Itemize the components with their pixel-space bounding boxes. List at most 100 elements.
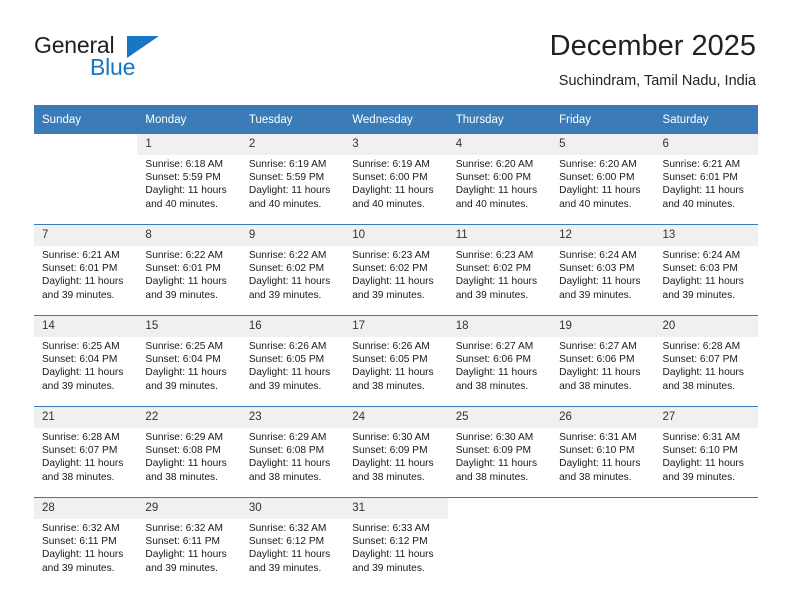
sunset-text: Sunset: 6:04 PM [42, 354, 118, 366]
calendar-day-cell[interactable]: 4 Sunrise: 6:20 AM Sunset: 6:00 PM Daylight… [447, 134, 552, 225]
calendar-day-cell[interactable]: 23 Sunrise: 6:29 AM Sunset: 6:08 PM Dayligh… [240, 406, 345, 498]
calendar-day-cell[interactable]: 25 Sunrise: 6:30 AM Sunset: 6:09 PM Dayligh… [447, 406, 552, 498]
calendar-day-cell[interactable]: 16 Sunrise: 6:26 AM Sunset: 6:05 PM Dayligh… [240, 315, 345, 407]
calendar-day-cell[interactable]: 11 Sunrise: 6:23 AM Sunset: 6:02 PM Dayligh… [447, 224, 552, 316]
day-number [654, 498, 758, 519]
daylight-text-cont: and 40 minutes. [455, 198, 529, 210]
calendar-day-cell[interactable]: 3 Sunrise: 6:19 AM Sunset: 6:00 PM Daylight… [344, 134, 448, 225]
calendar-day-cell[interactable]: 5 Sunrise: 6:20 AM Sunset: 6:00 PM Daylight… [551, 134, 655, 225]
day-details: Sunrise: 6:28 AM Sunset: 6:07 PM Daylight:… [655, 337, 758, 393]
sunrise-text: Sunrise: 6:23 AM [352, 250, 430, 261]
calendar-day-cell[interactable]: 13 Sunrise: 6:24 AM Sunset: 6:03 PM Dayligh… [654, 224, 758, 316]
day-details: Sunrise: 6:33 AM Sunset: 6:12 PM Daylight:… [344, 519, 447, 575]
day-number: 13 [654, 225, 758, 246]
daylight-text-cont: and 38 minutes. [248, 471, 322, 483]
sunrise-text: Sunrise: 6:21 AM [42, 250, 120, 261]
calendar-day-cell-empty [654, 497, 758, 588]
sunrise-text: Sunrise: 6:25 AM [145, 341, 224, 352]
daylight-text-cont: and 40 minutes. [145, 198, 218, 210]
calendar-day-cell[interactable]: 21 Sunrise: 6:28 AM Sunset: 6:07 PM Dayligh… [34, 406, 138, 498]
day-number: 28 [34, 498, 138, 519]
day-details: Sunrise: 6:29 AM Sunset: 6:08 PM Daylight:… [241, 428, 344, 484]
day-number: 11 [447, 225, 552, 246]
weekday-header-friday: Friday [551, 105, 655, 134]
calendar-day-cell[interactable]: 14 Sunrise: 6:25 AM Sunset: 6:04 PM Dayligh… [34, 315, 138, 407]
calendar-day-cell[interactable]: 29 Sunrise: 6:32 AM Sunset: 6:11 PM Dayligh… [137, 497, 241, 588]
calendar-day-cell[interactable]: 17 Sunrise: 6:26 AM Sunset: 6:05 PM Dayligh… [344, 315, 448, 407]
day-number: 3 [344, 134, 448, 155]
daylight-text: Daylight: 11 hours [352, 458, 434, 470]
day-details: Sunrise: 6:25 AM Sunset: 6:04 PM Daylight:… [34, 337, 137, 393]
calendar-day-cell[interactable]: 31 Sunrise: 6:33 AM Sunset: 6:12 PM Dayligh… [344, 497, 448, 588]
calendar-day-cell[interactable]: 26 Sunrise: 6:31 AM Sunset: 6:10 PM Dayligh… [551, 406, 655, 498]
sunset-text: Sunset: 6:01 PM [42, 263, 118, 275]
weekday-header-sunday: Sunday [34, 105, 138, 134]
sunset-text: Sunset: 6:00 PM [559, 172, 635, 184]
sunrise-text: Sunrise: 6:30 AM [352, 432, 430, 443]
calendar-day-cell[interactable]: 18 Sunrise: 6:27 AM Sunset: 6:06 PM Dayligh… [447, 315, 552, 407]
sunrise-text: Sunrise: 6:31 AM [662, 432, 741, 443]
sunrise-text: Sunrise: 6:32 AM [248, 523, 327, 534]
day-number: 14 [34, 316, 138, 337]
daylight-text: Daylight: 11 hours [42, 549, 124, 561]
calendar-day-cell[interactable]: 1 Sunrise: 6:18 AM Sunset: 5:59 PM Daylight… [137, 134, 241, 225]
day-details: Sunrise: 6:28 AM Sunset: 6:07 PM Daylight:… [34, 428, 137, 484]
calendar-week-row: 21 Sunrise: 6:28 AM Sunset: 6:07 PM Dayligh… [34, 406, 758, 498]
calendar-day-cell[interactable]: 22 Sunrise: 6:29 AM Sunset: 6:08 PM Dayligh… [137, 406, 241, 498]
weekday-header-thursday: Thursday [447, 105, 552, 134]
daylight-text: Daylight: 11 hours [559, 185, 641, 197]
day-number: 8 [137, 225, 241, 246]
daylight-text: Daylight: 11 hours [455, 185, 538, 197]
sunrise-text: Sunrise: 6:24 AM [559, 250, 637, 261]
calendar-day-cell[interactable]: 24 Sunrise: 6:30 AM Sunset: 6:09 PM Dayligh… [344, 406, 448, 498]
daylight-text-cont: and 39 minutes. [352, 562, 425, 574]
calendar-day-cell[interactable]: 9 Sunrise: 6:22 AM Sunset: 6:02 PM Daylight… [240, 224, 345, 316]
sunset-text: Sunset: 6:02 PM [455, 263, 532, 275]
daylight-text-cont: and 39 minutes. [145, 380, 218, 392]
day-details: Sunrise: 6:22 AM Sunset: 6:02 PM Daylight:… [241, 246, 344, 302]
calendar-day-cell[interactable]: 30 Sunrise: 6:32 AM Sunset: 6:12 PM Dayligh… [240, 497, 345, 588]
daylight-text-cont: and 38 minutes. [352, 380, 425, 392]
calendar-day-cell[interactable]: 2 Sunrise: 6:19 AM Sunset: 5:59 PM Daylight… [240, 134, 345, 225]
calendar-day-cell[interactable]: 19 Sunrise: 6:27 AM Sunset: 6:06 PM Dayligh… [551, 315, 655, 407]
sunrise-text: Sunrise: 6:21 AM [662, 159, 741, 170]
sunset-text: Sunset: 6:11 PM [145, 536, 220, 548]
calendar-day-cell[interactable]: 7 Sunrise: 6:21 AM Sunset: 6:01 PM Daylight… [34, 224, 138, 316]
daylight-text: Daylight: 11 hours [42, 276, 124, 288]
daylight-text-cont: and 39 minutes. [248, 562, 322, 574]
daylight-text: Daylight: 11 hours [145, 185, 227, 197]
calendar-day-cell[interactable]: 6 Sunrise: 6:21 AM Sunset: 6:01 PM Daylight… [654, 134, 758, 225]
daylight-text: Daylight: 11 hours [662, 276, 744, 288]
daylight-text-cont: and 39 minutes. [559, 289, 632, 301]
calendar-day-cell[interactable]: 10 Sunrise: 6:23 AM Sunset: 6:02 PM Dayligh… [344, 224, 448, 316]
calendar-day-cell[interactable]: 28 Sunrise: 6:32 AM Sunset: 6:11 PM Dayligh… [34, 497, 138, 588]
day-number: 22 [137, 407, 241, 428]
sunset-text: Sunset: 6:11 PM [42, 536, 117, 548]
sunrise-text: Sunrise: 6:20 AM [559, 159, 637, 170]
calendar-day-cell[interactable]: 15 Sunrise: 6:25 AM Sunset: 6:04 PM Dayligh… [137, 315, 241, 407]
calendar-day-cell[interactable]: 8 Sunrise: 6:22 AM Sunset: 6:01 PM Daylight… [137, 224, 241, 316]
daylight-text-cont: and 39 minutes. [455, 289, 529, 301]
daylight-text: Daylight: 11 hours [559, 458, 641, 470]
day-number [551, 498, 655, 519]
day-number: 12 [551, 225, 655, 246]
calendar-day-cell[interactable]: 12 Sunrise: 6:24 AM Sunset: 6:03 PM Dayligh… [551, 224, 655, 316]
daylight-text-cont: and 40 minutes. [248, 198, 322, 210]
calendar-day-cell[interactable]: 27 Sunrise: 6:31 AM Sunset: 6:10 PM Dayligh… [654, 406, 758, 498]
daylight-text: Daylight: 11 hours [145, 549, 227, 561]
daylight-text-cont: and 39 minutes. [42, 380, 115, 392]
day-number: 6 [654, 134, 758, 155]
daylight-text: Daylight: 11 hours [248, 458, 331, 470]
sunset-text: Sunset: 6:00 PM [352, 172, 428, 184]
day-details: Sunrise: 6:20 AM Sunset: 6:00 PM Daylight:… [448, 155, 551, 211]
daylight-text: Daylight: 11 hours [662, 367, 744, 379]
day-details: Sunrise: 6:29 AM Sunset: 6:08 PM Daylight:… [137, 428, 240, 484]
sunrise-text: Sunrise: 6:32 AM [145, 523, 224, 534]
daylight-text: Daylight: 11 hours [662, 185, 744, 197]
calendar-day-cell-empty [34, 134, 138, 225]
calendar-week-row: 7 Sunrise: 6:21 AM Sunset: 6:01 PM Daylight… [34, 224, 758, 316]
calendar-day-cell[interactable]: 20 Sunrise: 6:28 AM Sunset: 6:07 PM Dayligh… [654, 315, 758, 407]
daylight-text-cont: and 38 minutes. [352, 471, 425, 483]
day-number: 17 [344, 316, 448, 337]
sunset-text: Sunset: 6:08 PM [248, 445, 325, 457]
